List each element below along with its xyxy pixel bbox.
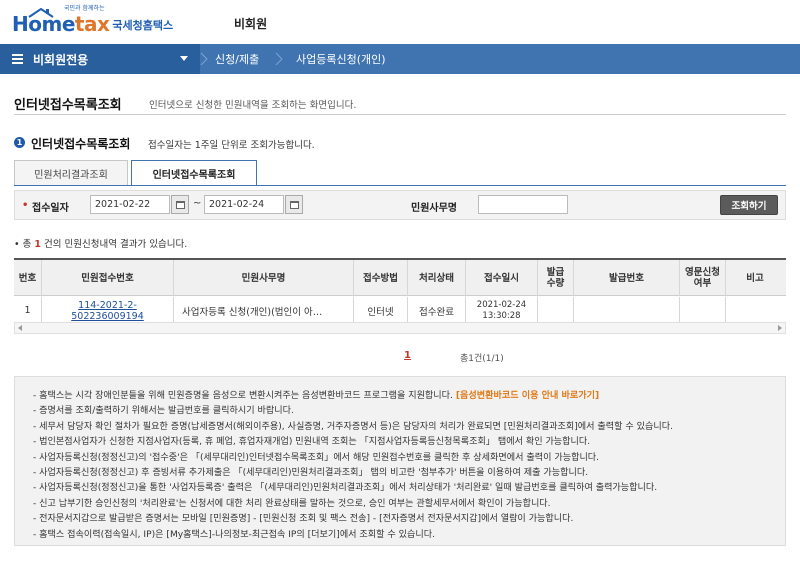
col-header-office-name: 민원사무명: [174, 260, 354, 296]
notice-item: - 법인본점사업자가 신청한 지점사업자(등록, 휴 폐업, 휴업자재개업) 민…: [33, 437, 591, 448]
cell-method: 인터넷: [354, 297, 408, 322]
hamburger-icon: [12, 52, 23, 66]
cell-english: [680, 297, 726, 322]
col-header-english: 영문신청 여부: [680, 260, 726, 296]
col-header-issue-no: 발급번호: [574, 260, 680, 296]
notice-item: - 전자문서지갑으로 발급받은 증명서는 모바일 [민원증명] - [민원신청 …: [33, 514, 574, 525]
title-divider: [14, 114, 786, 115]
date-from-input[interactable]: 2021-02-22: [90, 195, 170, 214]
cell-issue-no: [574, 297, 680, 322]
section-title: 인터넷접수목록조회: [31, 137, 131, 151]
menu-button[interactable]: 비회원전용: [0, 44, 200, 74]
office-name-input[interactable]: [478, 195, 568, 214]
col-header-status: 처리상태: [408, 260, 466, 296]
receipt-table: 번호 민원접수번호 민원사무명 접수방법 처리상태 접수일시 발급 수량 발급번…: [14, 258, 786, 322]
voice-barcode-guide-link[interactable]: [음성변환바코드 이용 안내 바로가기]: [456, 391, 599, 401]
scroll-left-icon[interactable]: [18, 325, 22, 331]
breadcrumb-separator-icon: [200, 53, 208, 65]
breadcrumb-separator-icon: [275, 53, 283, 65]
tab-civil-result[interactable]: 민원처리결과조회: [14, 160, 128, 185]
tab-internet-receipt-list[interactable]: 인터넷접수목록조회: [131, 160, 257, 186]
notice-item: - 사업자등록신청(정정신고)의 '접수중'은 「(세무대리인)인터넷접수목록조…: [33, 452, 600, 463]
guest-label: 비회원: [234, 17, 268, 31]
cell-status: 접수완료: [408, 297, 466, 322]
page-description: 인터넷으로 신청한 민원내역을 조회하는 화면입니다.: [149, 100, 357, 111]
cell-issue-qty: [538, 297, 574, 322]
section-description: 접수일자는 1주일 단위로 조회가능합니다.: [148, 140, 315, 151]
col-header-no: 번호: [14, 260, 42, 296]
date-range-separator: ~: [193, 198, 202, 209]
calendar-icon[interactable]: [171, 195, 189, 214]
col-header-datetime: 접수일시: [466, 260, 538, 296]
col-header-remark: 비고: [746, 272, 764, 284]
notice-item: - 신고 납부기한 승인신청의 '처리완료'는 신청서에 대한 처리 완료상태를…: [33, 498, 551, 509]
col-header-method: 접수방법: [354, 260, 408, 296]
main-navbar: 비회원전용 신청/제출 사업등록신청(개인): [0, 44, 800, 74]
table-row: 1 114-2021-2-502236009194 사업자등록 신청(개인)(법…: [14, 297, 786, 322]
cell-office-name: 사업자등록 신청(개인)(법인이 아…: [174, 297, 354, 322]
menu-label: 비회원전용: [33, 52, 89, 67]
notice-item: - 홈택스는 시각 장애인분들을 위해 민원증명을 음성으로 변환시켜주는 음성…: [33, 391, 600, 401]
cell-date: 2021-02-24: [476, 299, 527, 310]
page-number-current[interactable]: 1: [404, 350, 411, 361]
notice-box: - 홈택스는 시각 장애인분들을 위해 민원증명을 음성으로 변환시켜주는 음성…: [14, 376, 786, 546]
col-header-issue-qty: 발급 수량: [538, 260, 574, 296]
house-roof-icon: [28, 8, 54, 18]
query-button[interactable]: 조회하기: [720, 195, 778, 215]
notice-item: - 세무서 담당자 확인 절차가 필요한 증명(납세증명서(해외이주용), 사실…: [33, 421, 674, 432]
notice-item: - 사업자등록신청(정정신고)을 통한 '사업자등록증' 출력은 「(세무대리인…: [33, 483, 658, 494]
cell-time: 13:30:28: [482, 310, 521, 321]
date-to-input[interactable]: 2021-02-24: [204, 195, 284, 214]
scroll-right-icon[interactable]: [778, 325, 782, 331]
section-bullet-icon: 1: [14, 137, 25, 148]
notice-item: - 사업자등록신청(정정신고) 후 증빙서류 추가제출은 「(세무대리인)민원처…: [33, 468, 589, 479]
cell-remark: [726, 297, 784, 322]
top-header: Hometax 국세청홈택스 국민과 함께하는 비회원: [0, 0, 800, 44]
chevron-down-icon: [180, 56, 188, 61]
logo-wordmark: Hometax: [12, 12, 110, 36]
page-total: 총1건(1/1): [460, 354, 504, 364]
tab-underline: [14, 185, 786, 186]
col-header-receipt-no: 민원접수번호: [42, 260, 174, 296]
breadcrumb-item-business-registration[interactable]: 사업등록신청(개인): [296, 44, 386, 74]
required-mark: •: [22, 200, 29, 211]
table-header: 번호 민원접수번호 민원사무명 접수방법 처리상태 접수일시 발급 수량 발급번…: [14, 260, 786, 296]
notice-item: - 증명서를 조회/출력하기 위해서는 발급번호를 클릭하시기 바랍니다.: [33, 406, 294, 417]
office-name-label: 민원사무명: [411, 203, 457, 214]
logo-tagline: 국민과 함께하는: [64, 5, 105, 12]
notice-item: - 홈택스 접속이력(접속일시, IP)은 [My홈택스]-나의정보-최근접속 …: [33, 529, 436, 540]
result-summary: • 총 1 건의 민원신청내역 결과가 있습니다.: [14, 239, 188, 250]
receipt-no-link[interactable]: 114-2021-2-502236009194: [42, 297, 174, 322]
page-title: 인터넷접수목록조회: [14, 98, 122, 113]
cell-datetime: 2021-02-24 13:30:28: [466, 297, 538, 322]
logo-subtitle: 국세청홈택스: [112, 19, 174, 32]
date-label: 접수일자: [32, 203, 69, 214]
cell-no: 1: [14, 297, 42, 322]
horizontal-scrollbar[interactable]: [14, 322, 786, 334]
breadcrumb-item-apply[interactable]: 신청/제출: [215, 44, 259, 74]
calendar-icon[interactable]: [285, 195, 303, 214]
